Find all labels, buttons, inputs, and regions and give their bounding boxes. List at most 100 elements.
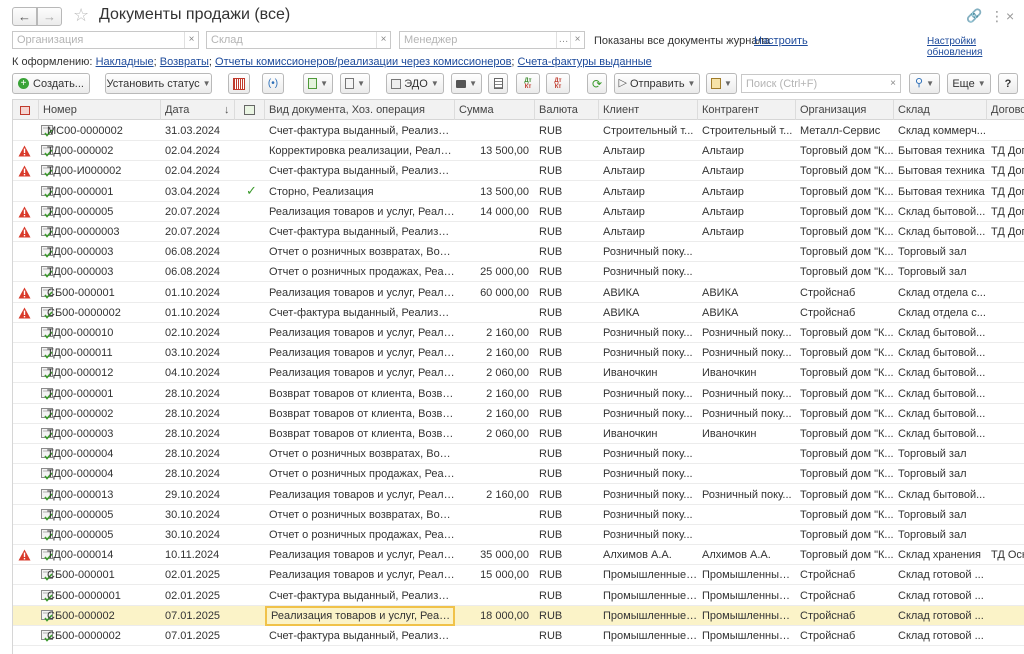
draft-link-returns[interactable]: Возвраты xyxy=(160,56,209,68)
cell-date[interactable]: 04.10.2024 xyxy=(161,363,235,383)
cell-warehouse[interactable]: Склад бытовой... xyxy=(894,222,987,242)
cell-number[interactable]: ТД00-000014 xyxy=(43,545,161,565)
cell-sum[interactable]: 13 500,00 xyxy=(455,141,535,161)
cell-organization[interactable]: Торговый дом "К... xyxy=(796,505,894,525)
cell-date[interactable]: 06.08.2024 xyxy=(161,262,235,282)
cell-counterparty[interactable]: Розничный поку... xyxy=(698,323,796,343)
cell-warehouse[interactable]: Склад готовой ... xyxy=(894,586,987,606)
cell-client[interactable]: Промышленные ... xyxy=(599,626,698,646)
cell-organization[interactable]: Стройснаб xyxy=(796,283,894,303)
cell-sum[interactable]: 60 000,00 xyxy=(455,283,535,303)
send-button[interactable]: ▷ Отправить ▼ xyxy=(614,73,700,94)
cell-document-type[interactable]: Реализация товаров и услуг, Реализа... xyxy=(265,343,455,363)
cell-organization[interactable]: Торговый дом "К... xyxy=(796,525,894,545)
organization-input[interactable]: Организация xyxy=(13,34,184,46)
barcode-button[interactable] xyxy=(228,73,250,94)
cell-client[interactable]: Розничный поку... xyxy=(599,384,698,404)
table-row[interactable]: МС00-0000002 31.03.2024 Счет-фактура выдан… xyxy=(13,121,1024,141)
cell-currency[interactable]: RUB xyxy=(535,404,599,424)
cell-currency[interactable]: RUB xyxy=(535,424,599,444)
cell-contract[interactable]: ТД Дог xyxy=(987,182,1024,202)
cell-date[interactable]: 30.10.2024 xyxy=(161,505,235,525)
cell-document-type[interactable]: Реализация товаров и услуг, Реализа... xyxy=(265,283,455,303)
help-button[interactable]: ? xyxy=(998,73,1018,94)
cell-warehouse[interactable]: Склад отдела с... xyxy=(894,303,987,323)
more-button[interactable]: Еще ▼ xyxy=(947,73,991,94)
cell-organization[interactable]: Стройснаб xyxy=(796,586,894,606)
cell-organization[interactable]: Металл-Сервис xyxy=(796,121,894,141)
cell-organization[interactable]: Торговый дом "К... xyxy=(796,323,894,343)
documents-table[interactable]: Номер Дата ↓ Вид документа, Хоз. операци… xyxy=(12,99,1024,654)
cell-date[interactable]: 10.11.2024 xyxy=(161,545,235,565)
cell-date[interactable]: 02.01.2025 xyxy=(161,586,235,606)
cell-number[interactable]: ТД00-000002 xyxy=(43,404,161,424)
table-row[interactable]: ТД00-000003 06.08.2024 Отчет о розничных п… xyxy=(13,262,1024,283)
cell-organization[interactable]: Торговый дом "К... xyxy=(796,363,894,383)
draft-link-invoices-issued[interactable]: Счета-фактуры выданные xyxy=(518,56,652,68)
cell-warehouse[interactable]: Склад бытовой... xyxy=(894,323,987,343)
cell-number[interactable]: ТД00-000012 xyxy=(43,363,161,383)
cell-currency[interactable]: RUB xyxy=(535,363,599,383)
cell-currency[interactable]: RUB xyxy=(535,202,599,222)
cell-document-type[interactable]: Отчет о розничных продажах, Реализ... xyxy=(265,464,455,484)
cell-warehouse[interactable]: Склад хранения xyxy=(894,545,987,565)
cell-organization[interactable]: Торговый дом "К... xyxy=(796,464,894,484)
cell-number[interactable]: ТД00-000001 xyxy=(43,182,161,202)
table-row[interactable]: СБ00-000001 01.10.2024 Реализация товаров … xyxy=(13,283,1024,303)
cell-sum[interactable]: 14 000,00 xyxy=(455,202,535,222)
cell-currency[interactable]: RUB xyxy=(535,586,599,606)
cell-document-type[interactable]: Отчет о розничных возвратах, Возвр... xyxy=(265,505,455,525)
cell-currency[interactable]: RUB xyxy=(535,262,599,282)
cell-client[interactable]: Строительный т... xyxy=(599,121,698,141)
refresh-button[interactable]: ⟳ xyxy=(587,73,607,94)
manager-input[interactable]: Менеджер xyxy=(400,34,556,46)
cell-number[interactable]: МС00-0000002 xyxy=(43,121,161,141)
search-options-button[interactable]: ⚲ ▼ xyxy=(909,73,940,94)
cell-counterparty[interactable]: Альтаир xyxy=(698,161,796,181)
cell-document-type[interactable]: Реализация товаров и услуг, Реализа... xyxy=(265,323,455,343)
cell-counterparty[interactable]: Розничный поку... xyxy=(698,384,796,404)
cell-organization[interactable]: Торговый дом "К... xyxy=(796,444,894,464)
cell-client[interactable]: Розничный поку... xyxy=(599,323,698,343)
cell-contract[interactable]: ТД Дог xyxy=(987,161,1024,181)
cell-client[interactable]: Розничный поку... xyxy=(599,262,698,282)
warehouse-input[interactable]: Склад xyxy=(207,34,376,46)
cell-counterparty[interactable] xyxy=(698,525,796,545)
table-row[interactable]: ТД00-000004 28.10.2024 Отчет о розничных п… xyxy=(13,464,1024,485)
cell-date[interactable]: 01.10.2024 xyxy=(161,283,235,303)
cell-counterparty[interactable]: Промышленные ... xyxy=(698,586,796,606)
cell-currency[interactable]: RUB xyxy=(535,343,599,363)
cell-number[interactable]: ТД00-0000003 xyxy=(43,222,161,242)
cell-organization[interactable]: Торговый дом "К... xyxy=(796,182,894,202)
cell-counterparty[interactable]: Альтаир xyxy=(698,222,796,242)
cell-currency[interactable]: RUB xyxy=(535,505,599,525)
cell-document-type[interactable]: Корректировка реализации, Реализация xyxy=(265,141,455,161)
header-currency[interactable]: Валюта xyxy=(535,100,599,120)
header-contract[interactable]: Догово xyxy=(987,100,1024,120)
cell-counterparty[interactable]: Розничный поку... xyxy=(698,485,796,505)
cell-number[interactable]: ТД00-000013 xyxy=(43,485,161,505)
cell-client[interactable]: Алхимов А.А. xyxy=(599,545,698,565)
cell-contract[interactable] xyxy=(987,626,1024,646)
cell-sum[interactable]: 2 160,00 xyxy=(455,323,535,343)
table-row[interactable]: СБ00-000001 02.01.2025 Реализация товаров … xyxy=(13,565,1024,586)
cell-number[interactable]: ТД00-000004 xyxy=(43,444,161,464)
cell-currency[interactable]: RUB xyxy=(535,606,599,626)
cell-sum[interactable] xyxy=(455,586,535,606)
cell-document-type[interactable]: Реализация товаров и услуг, Реализа... xyxy=(265,545,455,565)
cell-client[interactable]: АВИКА xyxy=(599,283,698,303)
cell-client[interactable]: Розничный поку... xyxy=(599,444,698,464)
cell-number[interactable]: ТД00-000004 xyxy=(43,464,161,484)
cell-client[interactable]: Альтаир xyxy=(599,182,698,202)
cell-counterparty[interactable]: Строительный т... xyxy=(698,121,796,141)
cell-counterparty[interactable]: Альтаир xyxy=(698,202,796,222)
cell-sum[interactable]: 2 160,00 xyxy=(455,384,535,404)
cell-number[interactable]: ТД00-000005 xyxy=(43,505,161,525)
cell-document-type[interactable]: Реализация товаров и услуг, Реализа... xyxy=(265,202,455,222)
cell-number[interactable]: СБ00-0000001 xyxy=(43,586,161,606)
cell-counterparty[interactable]: Розничный поку... xyxy=(698,404,796,424)
cell-organization[interactable]: Стройснаб xyxy=(796,626,894,646)
cell-currency[interactable]: RUB xyxy=(535,182,599,202)
header-sum[interactable]: Сумма xyxy=(455,100,535,120)
cell-warehouse[interactable]: Склад бытовой... xyxy=(894,202,987,222)
